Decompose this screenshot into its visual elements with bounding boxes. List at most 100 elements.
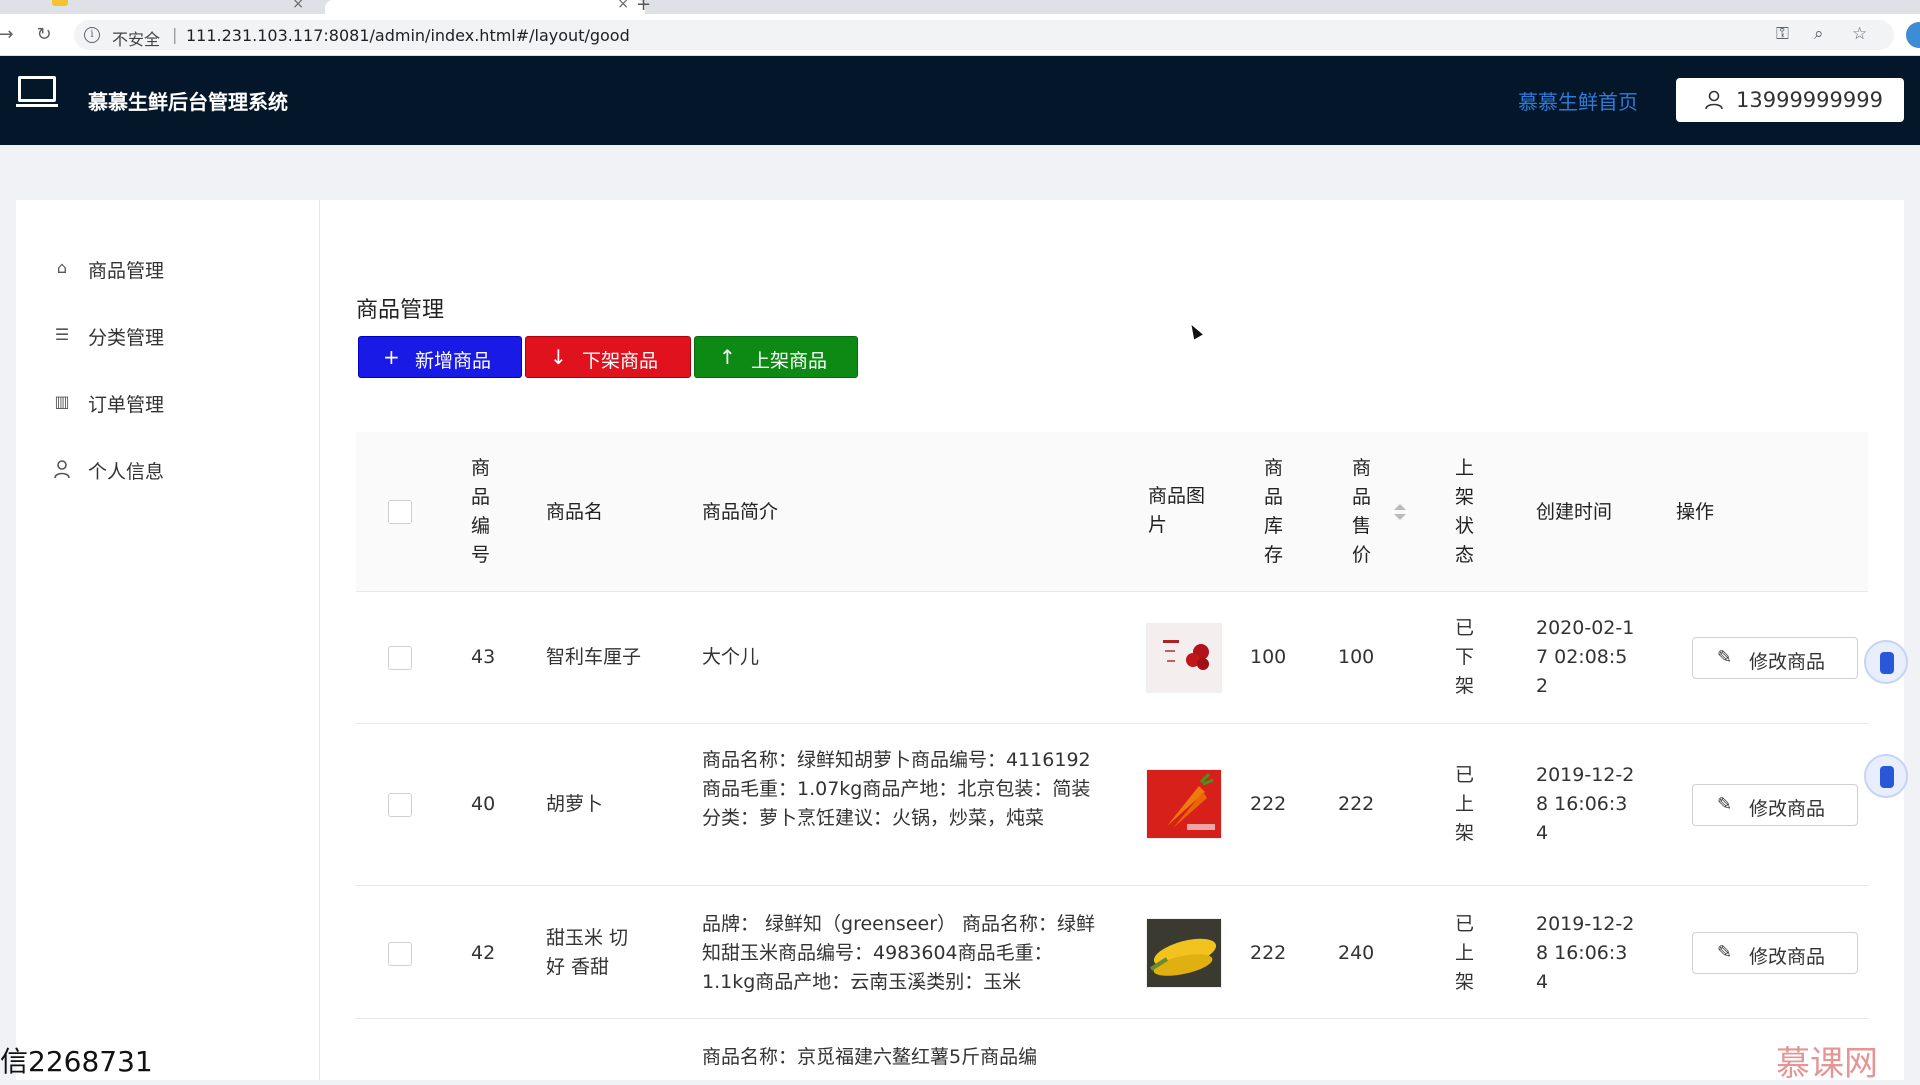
address-bar: → ↻ i 不安全 | 111.231.103.117:8081/admin/i…: [0, 14, 1920, 56]
add-goods-label: 新增商品: [415, 350, 492, 372]
sort-icon[interactable]: [1394, 504, 1406, 524]
cell-id: 43: [471, 646, 496, 668]
floating-assistant-icon[interactable]: [1864, 754, 1908, 798]
cell-desc: 商品名称：绿鲜知胡萝卜商品编号：4116192商品毛重：1.07kg商品产地：北…: [702, 749, 1091, 829]
header-action: 操作: [1676, 501, 1715, 523]
browser-tab-active[interactable]: ×: [325, 0, 645, 14]
page-title: 商品管理: [356, 298, 445, 323]
cell-status: 已下架: [1455, 617, 1475, 697]
header-id: 商品编号: [471, 457, 491, 566]
cell-created: 2020-02-17 02:08:52: [1536, 617, 1635, 697]
user-button[interactable]: 13999999999: [1676, 78, 1904, 122]
app-header: 慕慕生鲜后台管理系统 慕慕生鲜首页 13999999999: [0, 56, 1920, 145]
browser-tabstrip: × × +: [0, 0, 1920, 15]
sidebar: ⌂ 商品管理 ☰ 分类管理 ▥ 订单管理 个人信息: [16, 200, 320, 1080]
profile-avatar[interactable]: [1906, 22, 1920, 48]
edit-icon: ✎: [1717, 942, 1733, 963]
product-image: [1146, 918, 1222, 988]
sidebar-item-profile[interactable]: 个人信息: [16, 449, 320, 489]
cell-name: 智利车厘子: [546, 646, 642, 668]
offline-goods-button[interactable]: ↓ 下架商品: [525, 336, 691, 378]
close-icon[interactable]: ×: [617, 0, 629, 12]
table-row: 商品名称：京觅福建六鳌红薯5斤商品编: [356, 1019, 1868, 1079]
cell-desc: 商品名称：京觅福建六鳌红薯5斤商品编: [702, 1046, 1038, 1068]
zoom-icon[interactable]: ⌕: [1814, 24, 1824, 44]
floating-assistant-icon[interactable]: [1864, 640, 1908, 684]
table-header: 商品编号 商品名 商品简介 商品图片 商品库存 商品售价 上架状态 创建时间 操…: [356, 432, 1868, 592]
key-icon[interactable]: ⚿: [1776, 24, 1789, 44]
close-icon[interactable]: ×: [292, 0, 304, 12]
edit-goods-button[interactable]: ✎ 修改商品: [1692, 637, 1858, 679]
folder-icon: [52, 0, 68, 6]
new-tab-icon[interactable]: +: [636, 0, 651, 15]
online-goods-label: 上架商品: [751, 350, 828, 372]
cell-desc: 品牌： 绿鲜知（greenseer） 商品名称：绿鲜知甜玉米商品编号：49836…: [702, 913, 1096, 993]
cell-price: 100: [1338, 646, 1375, 668]
row-checkbox[interactable]: [388, 793, 412, 817]
user-icon: [1705, 90, 1723, 110]
cell-price: 240: [1338, 942, 1375, 964]
sidebar-item-label: 商品管理: [88, 260, 165, 282]
row-checkbox[interactable]: [388, 942, 412, 966]
browser-tab[interactable]: ×: [0, 0, 320, 14]
edit-goods-label: 修改商品: [1749, 798, 1826, 820]
username: 13999999999: [1736, 88, 1883, 112]
reload-icon[interactable]: ↻: [32, 23, 56, 47]
sidebar-item-label: 个人信息: [88, 461, 165, 483]
online-goods-button[interactable]: ↑ 上架商品: [694, 336, 858, 378]
sidebar-item-label: 分类管理: [88, 327, 165, 349]
cell-status: 已上架: [1455, 913, 1475, 993]
sidebar-item-label: 订单管理: [88, 394, 165, 416]
cell-stock: 222: [1250, 942, 1287, 964]
arrow-up-icon: ↑: [719, 345, 736, 369]
sidebar-item-category[interactable]: ☰ 分类管理: [16, 315, 320, 355]
header-name: 商品名: [546, 501, 604, 523]
list-icon: ☰: [54, 325, 70, 344]
home-link[interactable]: 慕慕生鲜首页: [1518, 86, 1638, 115]
edit-goods-button[interactable]: ✎ 修改商品: [1692, 932, 1858, 974]
plus-icon: +: [383, 345, 400, 369]
edit-icon: ✎: [1717, 794, 1733, 815]
inbox-icon: ⌂: [56, 258, 68, 277]
header-created: 创建时间: [1536, 501, 1613, 523]
sidebar-item-orders[interactable]: ▥ 订单管理: [16, 382, 320, 422]
row-checkbox[interactable]: [388, 646, 412, 670]
table-row: 42 甜玉米 切好 香甜 品牌： 绿鲜知（greenseer） 商品名称：绿鲜知…: [356, 886, 1868, 1019]
info-icon[interactable]: i: [84, 27, 100, 43]
url-bar[interactable]: i 不安全 | 111.231.103.117:8081/admin/index…: [74, 20, 1894, 50]
star-icon[interactable]: ☆: [1852, 24, 1867, 44]
edit-goods-label: 修改商品: [1749, 651, 1826, 673]
cell-price: 222: [1338, 793, 1375, 815]
separator: |: [172, 25, 178, 44]
url-text[interactable]: 111.231.103.117:8081/admin/index.html#/l…: [186, 26, 630, 45]
cell-created: 2019-12-28 16:06:34: [1536, 764, 1635, 844]
laptop-icon: [16, 76, 58, 112]
cell-id: 40: [471, 793, 496, 815]
cell-name: 胡萝卜: [546, 793, 604, 815]
product-image: [1146, 769, 1222, 839]
table-row: 40 胡萝卜 商品名称：绿鲜知胡萝卜商品编号：4116192商品毛重：1.07k…: [356, 724, 1868, 886]
edit-goods-label: 修改商品: [1749, 946, 1826, 968]
select-all-checkbox[interactable]: [388, 500, 412, 524]
header-price[interactable]: 商品售价: [1352, 454, 1374, 570]
watermark-logo: 慕课网: [1776, 1044, 1878, 1084]
cell-stock: 222: [1250, 793, 1287, 815]
header-status: 上架状态: [1455, 457, 1475, 566]
cell-id: 42: [471, 942, 496, 964]
order-icon: ▥: [54, 392, 70, 411]
sidebar-item-goods[interactable]: ⌂ 商品管理: [16, 248, 320, 288]
main-card: ⌂ 商品管理 ☰ 分类管理 ▥ 订单管理 个人信息 商品管理 + 新增商品 ↓ …: [16, 200, 1904, 1080]
forward-icon[interactable]: →: [0, 23, 18, 47]
header-stock: 商品库存: [1264, 457, 1284, 566]
app-title: 慕慕生鲜后台管理系统: [88, 90, 288, 114]
user-icon: [54, 460, 70, 479]
add-goods-button[interactable]: + 新增商品: [358, 336, 522, 378]
edit-goods-button[interactable]: ✎ 修改商品: [1692, 784, 1858, 826]
cell-created: 2019-12-28 16:06:34: [1536, 913, 1635, 993]
product-image: [1146, 623, 1222, 693]
cell-desc: 大个儿: [702, 646, 760, 668]
offline-goods-label: 下架商品: [582, 350, 659, 372]
header-image: 商品图片: [1148, 485, 1206, 536]
table-row: 43 智利车厘子 大个儿 100 100 已下架 2020-02-17 02:0…: [356, 592, 1868, 724]
content-area: 商品管理 + 新增商品 ↓ 下架商品 ↑ 上架商品 商品编号 商品名 商品简介 …: [356, 200, 1886, 1080]
